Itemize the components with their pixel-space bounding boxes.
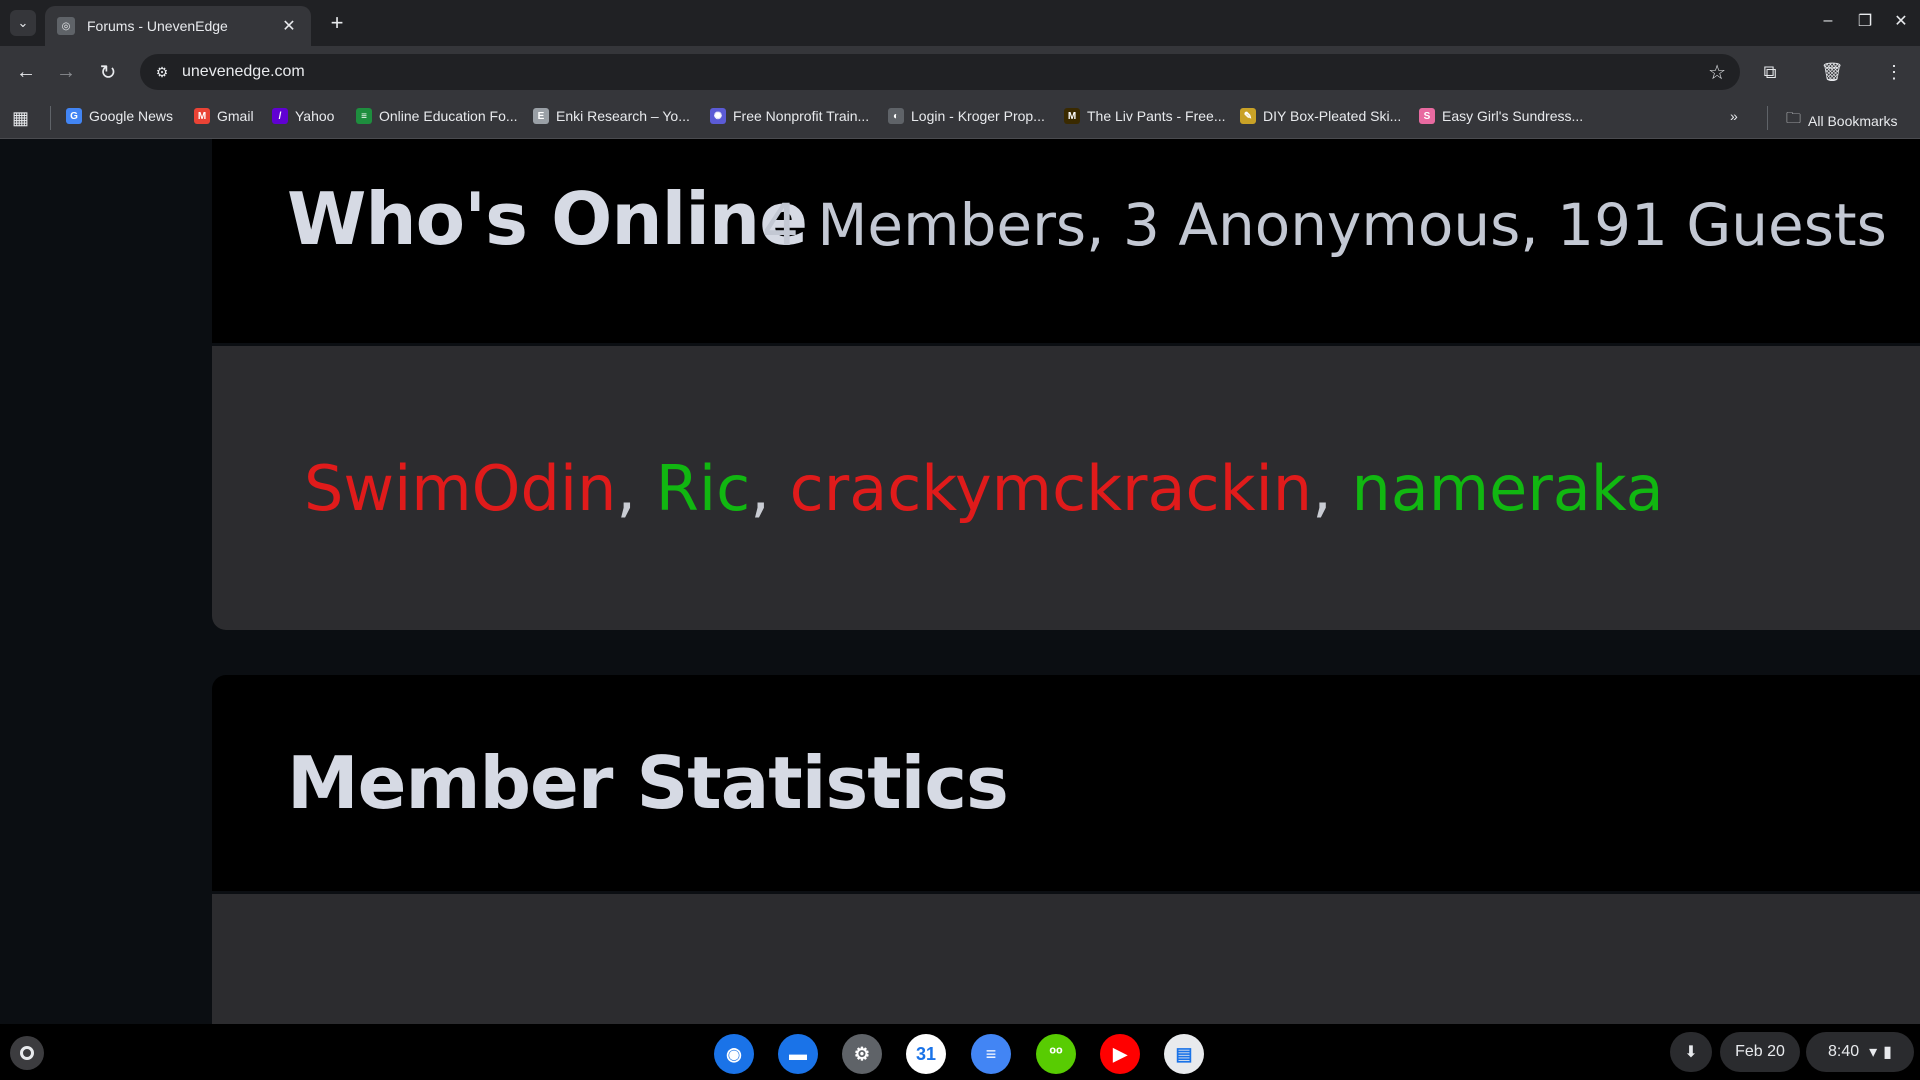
- calendar-icon[interactable]: 31: [906, 1034, 946, 1074]
- folder-icon: 🗀: [1786, 110, 1802, 127]
- member-statistics-body: [212, 894, 1920, 1024]
- member-link[interactable]: nameraka: [1351, 452, 1663, 525]
- whos-online-header: Who's Online 4 Members, 3 Anonymous, 191…: [212, 139, 1920, 343]
- bookmark-label: Yahoo: [295, 108, 335, 124]
- bookmark-label: Online Education Fo...: [379, 108, 518, 124]
- date-display[interactable]: Feb 20: [1720, 1032, 1800, 1072]
- clock-time: 8:40: [1828, 1043, 1860, 1060]
- forward-arrow-icon[interactable]: →: [52, 58, 80, 86]
- status-tray[interactable]: 8:40 ▾ ▮: [1806, 1032, 1914, 1072]
- bookmark-label: Free Nonprofit Train...: [733, 108, 870, 124]
- member-separator: ,: [1312, 452, 1352, 525]
- bookmark-label: DIY Box-Pleated Ski...: [1263, 108, 1402, 124]
- bookmark-item[interactable]: E Enki Research – Yo...: [533, 108, 690, 124]
- toolbar: ← → ↻ ⚙ unevenedge.com ☆ ⧉ 🗑 ⋮: [0, 46, 1920, 98]
- member-statistics-header: Member Statistics: [212, 675, 1920, 891]
- google-news-icon: G: [66, 108, 82, 124]
- tab-title: Forums - UnevenEdge: [87, 18, 228, 34]
- bookmark-item[interactable]: ≡ Online Education Fo...: [356, 108, 518, 124]
- kroger-icon: ◐: [888, 108, 904, 124]
- files-icon[interactable]: ▬: [778, 1034, 818, 1074]
- bookmark-label: Enki Research – Yo...: [556, 108, 690, 124]
- sundress-icon: S: [1419, 108, 1435, 124]
- apps-grid-icon[interactable]: ▦: [12, 108, 29, 129]
- bookmark-label: Gmail: [217, 108, 254, 124]
- launcher-icon[interactable]: [10, 1036, 44, 1070]
- site-info-icon[interactable]: ⚙: [144, 64, 180, 81]
- bookmarks-bar: ▦ G Google News M Gmail / Yahoo ≡ Online Educat…: [0, 98, 1920, 139]
- bookmark-star-icon[interactable]: ☆: [1708, 60, 1726, 85]
- bookmark-label: Login - Kroger Prop...: [911, 108, 1045, 124]
- settings-icon[interactable]: ⚙: [842, 1034, 882, 1074]
- whos-online-body: SwimOdin, Ric, crackymckrackin, nameraka: [212, 346, 1920, 630]
- docs-icon[interactable]: ≡: [971, 1034, 1011, 1074]
- url-text[interactable]: unevenedge.com: [182, 63, 305, 81]
- site-favicon-icon: ◎: [57, 17, 75, 35]
- window-close-icon[interactable]: ✕: [1888, 8, 1914, 34]
- bookmark-label: Google News: [89, 108, 174, 124]
- bookmark-item[interactable]: ✺ Free Nonprofit Train...: [710, 108, 869, 124]
- menu-kebab-icon[interactable]: ⋮: [1880, 58, 1908, 86]
- youtube-icon[interactable]: ▶: [1100, 1034, 1140, 1074]
- bookmark-label: The Liv Pants - Free...: [1087, 108, 1226, 124]
- bookmarks-overflow-icon[interactable]: »: [1730, 108, 1738, 124]
- browser-chrome: ⌄ ◎ Forums - UnevenEdge ✕ + – ❐ ✕ ← → ↻ …: [0, 0, 1920, 139]
- online-member-list: SwimOdin, Ric, crackymckrackin, nameraka: [304, 452, 1664, 525]
- all-bookmarks-label: All Bookmarks: [1808, 112, 1898, 129]
- back-arrow-icon[interactable]: ←: [12, 58, 40, 86]
- whos-online-summary: 4 Members, 3 Anonymous, 191 Guests: [762, 191, 1887, 259]
- trash-icon[interactable]: 🗑: [1818, 58, 1846, 86]
- address-bar[interactable]: ⚙ unevenedge.com ☆: [140, 54, 1740, 90]
- member-separator: ,: [750, 452, 790, 525]
- tab-close-icon[interactable]: ✕: [279, 16, 299, 36]
- whos-online-title: Who's Online: [287, 177, 808, 261]
- os-shelf: ◉ ▬ ⚙ 31 ≡ ºº ▶ ▤ ⬇ Feb 20 8:40 ▾ ▮: [0, 1024, 1920, 1080]
- tab-strip: ⌄ ◎ Forums - UnevenEdge ✕ + – ❐ ✕: [0, 0, 1920, 46]
- member-link[interactable]: Ric: [656, 452, 750, 525]
- all-bookmarks-button[interactable]: 🗀 All Bookmarks: [1786, 108, 1897, 133]
- member-link[interactable]: SwimOdin: [304, 452, 616, 525]
- extensions-icon[interactable]: ⧉: [1756, 58, 1784, 86]
- bookmark-separator: [50, 106, 51, 130]
- reload-icon[interactable]: ↻: [94, 58, 122, 86]
- member-link[interactable]: crackymckrackin: [790, 452, 1312, 525]
- bookmark-item[interactable]: M Gmail: [194, 108, 254, 124]
- tab-search-chevron-icon[interactable]: ⌄: [10, 10, 36, 36]
- minimize-icon[interactable]: –: [1815, 8, 1841, 34]
- diy-icon: ✎: [1240, 108, 1256, 124]
- nonprofit-icon: ✺: [710, 108, 726, 124]
- yahoo-icon: /: [272, 108, 288, 124]
- bookmark-separator: [1767, 106, 1768, 130]
- bookmark-label: Easy Girl's Sundress...: [1442, 108, 1584, 124]
- bookmark-item[interactable]: ◐ Login - Kroger Prop...: [888, 108, 1045, 124]
- restore-icon[interactable]: ❐: [1852, 8, 1878, 34]
- gmail-icon: M: [194, 108, 210, 124]
- education-icon: ≡: [356, 108, 372, 124]
- gallery-icon[interactable]: ▤: [1164, 1034, 1204, 1074]
- bookmark-item[interactable]: M The Liv Pants - Free...: [1064, 108, 1226, 124]
- enki-icon: E: [533, 108, 549, 124]
- new-tab-plus-icon[interactable]: +: [324, 10, 350, 36]
- tab-forums[interactable]: ◎ Forums - UnevenEdge ✕: [45, 6, 311, 46]
- member-statistics-title: Member Statistics: [287, 741, 1009, 825]
- bookmark-item[interactable]: / Yahoo: [272, 108, 334, 124]
- bookmark-item[interactable]: G Google News: [66, 108, 173, 124]
- bookmark-item[interactable]: ✎ DIY Box-Pleated Ski...: [1240, 108, 1401, 124]
- wifi-icon: ▾: [1869, 1044, 1878, 1061]
- download-icon[interactable]: ⬇: [1670, 1032, 1712, 1072]
- liv-pants-icon: M: [1064, 108, 1080, 124]
- duolingo-icon[interactable]: ºº: [1036, 1034, 1076, 1074]
- member-separator: ,: [616, 452, 656, 525]
- bookmark-item[interactable]: S Easy Girl's Sundress...: [1419, 108, 1583, 124]
- page-content: Who's Online 4 Members, 3 Anonymous, 191…: [0, 139, 1920, 1024]
- battery-icon: ▮: [1883, 1044, 1892, 1061]
- chrome-icon[interactable]: ◉: [714, 1034, 754, 1074]
